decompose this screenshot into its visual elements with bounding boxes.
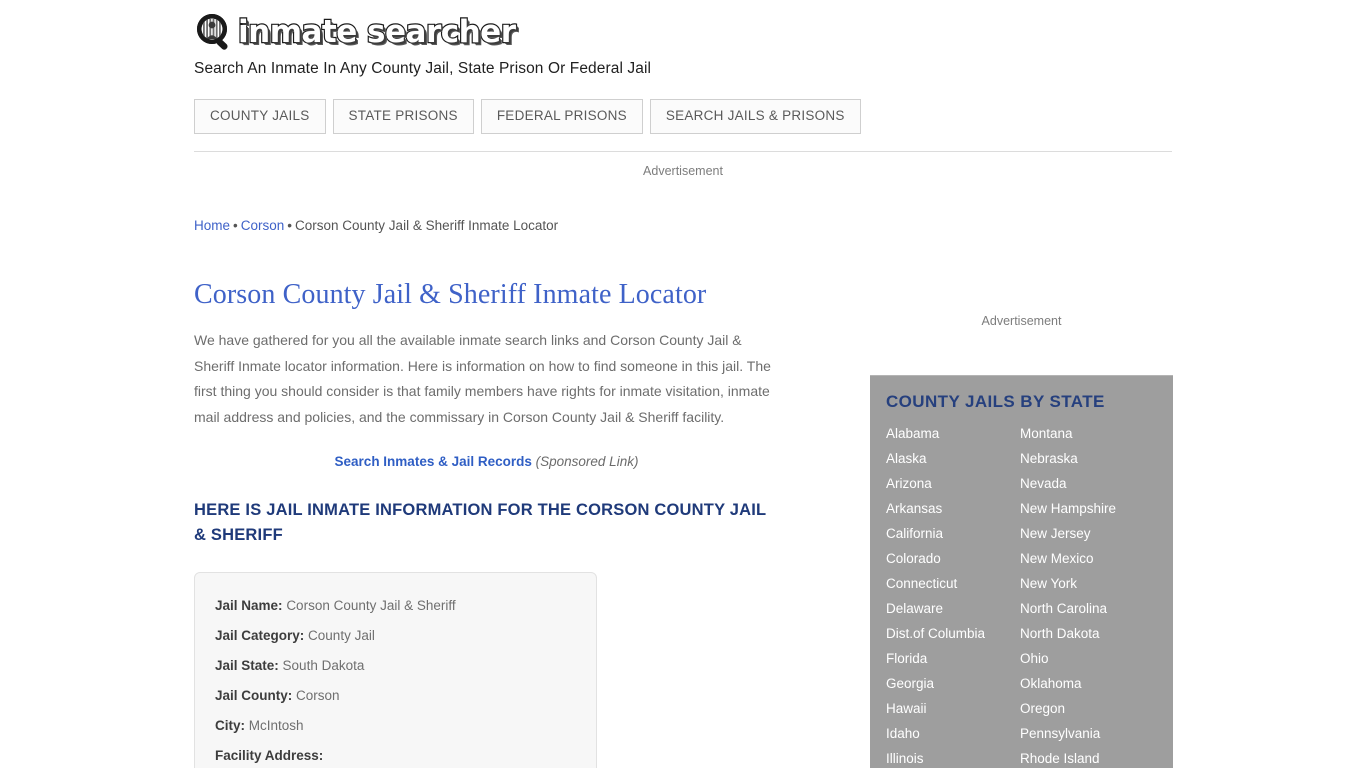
info-row-jail-category: Jail Category: County Jail <box>215 621 576 651</box>
info-value-jail-name: Corson County Jail & Sheriff <box>286 598 456 613</box>
info-row-jail-state: Jail State: South Dakota <box>215 651 576 681</box>
sponsored-note: (Sponsored Link) <box>535 454 639 469</box>
intro-paragraph: We have gathered for you all the availab… <box>194 332 771 425</box>
sidebar-item-ohio[interactable]: Ohio <box>1020 646 1173 671</box>
sidebar-item-north-dakota[interactable]: North Dakota <box>1020 621 1173 646</box>
sidebar-item-dist-of-columbia[interactable]: Dist.of Columbia <box>886 621 1020 646</box>
sidebar-item-new-jersey[interactable]: New Jersey <box>1020 521 1173 546</box>
sidebar-item-georgia[interactable]: Georgia <box>886 671 1020 696</box>
sidebar-item-delaware[interactable]: Delaware <box>886 596 1020 621</box>
info-value-jail-county: Corson <box>296 688 340 703</box>
sidebar-item-oklahoma[interactable]: Oklahoma <box>1020 671 1173 696</box>
sidebar-item-new-mexico[interactable]: New Mexico <box>1020 546 1173 571</box>
sidebar-item-hawaii[interactable]: Hawaii <box>886 696 1020 721</box>
sidebar-item-florida[interactable]: Florida <box>886 646 1020 671</box>
info-row-jail-county: Jail County: Corson <box>215 681 576 711</box>
site-tagline: Search An Inmate In Any County Jail, Sta… <box>194 60 652 77</box>
sidebar-item-nebraska[interactable]: Nebraska <box>1020 446 1173 471</box>
sidebar-item-arkansas[interactable]: Arkansas <box>886 496 1020 521</box>
section-heading: HERE IS JAIL INMATE INFORMATION FOR THE … <box>194 501 767 544</box>
sidebar-item-illinois[interactable]: Illinois <box>886 746 1020 768</box>
breadcrumb-separator-1: • <box>233 218 238 233</box>
info-value-jail-category: County Jail <box>308 628 375 643</box>
info-label-city: City: <box>215 718 245 733</box>
sidebar-title: COUNTY JAILS BY STATE <box>886 392 1105 411</box>
nav-item-search-jails-prisons[interactable]: SEARCH JAILS & PRISONS <box>649 99 861 134</box>
header-divider <box>194 151 1172 152</box>
info-value-jail-state: South Dakota <box>282 658 365 673</box>
breadcrumb-current: Corson County Jail & Sheriff Inmate Loca… <box>295 218 559 233</box>
sidebar-item-arizona[interactable]: Arizona <box>886 471 1020 496</box>
sidebar-county-jails-by-state: COUNTY JAILS BY STATE Alabama Montana Al… <box>870 375 1173 768</box>
sidebar-item-oregon[interactable]: Oregon <box>1020 696 1173 721</box>
info-label-jail-name: Jail Name: <box>215 598 283 613</box>
sidebar-ad-label: Advertisement <box>981 314 1062 328</box>
magnifier-jail-icon <box>194 12 236 52</box>
sidebar-item-connecticut[interactable]: Connecticut <box>886 571 1020 596</box>
sidebar-item-north-carolina[interactable]: North Carolina <box>1020 596 1173 621</box>
top-ad-label: Advertisement <box>643 164 723 178</box>
jail-info-box: Jail Name: Corson County Jail & Sheriff … <box>194 572 597 768</box>
info-row-city: City: McIntosh <box>215 711 576 741</box>
nav-item-federal-prisons[interactable]: FEDERAL PRISONS <box>480 99 643 134</box>
sidebar-item-rhode-island[interactable]: Rhode Island <box>1020 746 1173 768</box>
breadcrumb-county[interactable]: Corson <box>241 218 285 233</box>
page-root: inmate searcher Search An Inmate In Any … <box>0 0 1366 768</box>
page-title: Corson County Jail & Sheriff Inmate Loca… <box>194 279 707 310</box>
logo[interactable]: inmate searcher <box>194 10 1172 54</box>
sidebar-item-colorado[interactable]: Colorado <box>886 546 1020 571</box>
sidebar-item-california[interactable]: California <box>886 521 1020 546</box>
site-header: inmate searcher Search An Inmate In Any … <box>194 10 1172 160</box>
info-label-jail-category: Jail Category: <box>215 628 305 643</box>
main-nav: COUNTY JAILS STATE PRISONS FEDERAL PRISO… <box>194 99 1172 134</box>
breadcrumb: Home • Corson • Corson County Jail & Sheriff… <box>194 216 794 236</box>
sidebar-item-idaho[interactable]: Idaho <box>886 721 1020 746</box>
sidebar-item-pennsylvania[interactable]: Pennsylvania <box>1020 721 1173 746</box>
sidebar-item-new-york[interactable]: New York <box>1020 571 1173 596</box>
info-row-facility-address: Facility Address: <box>215 741 576 768</box>
info-row-jail-name: Jail Name: Corson County Jail & Sheriff <box>215 591 576 621</box>
main-content: Home • Corson • Corson County Jail & Sheriff… <box>194 216 794 768</box>
info-label-jail-county: Jail County: <box>215 688 293 703</box>
logo-text: inmate searcher <box>237 13 517 51</box>
breadcrumb-home[interactable]: Home <box>194 218 230 233</box>
sidebar-item-montana[interactable]: Montana <box>1020 421 1173 446</box>
sidebar-item-alaska[interactable]: Alaska <box>886 446 1020 471</box>
sidebar-item-new-hampshire[interactable]: New Hampshire <box>1020 496 1173 521</box>
info-value-city: McIntosh <box>248 718 304 733</box>
sidebar-state-grid: Alabama Montana Alaska Nebraska Arizona … <box>870 421 1173 768</box>
nav-item-county-jails[interactable]: COUNTY JAILS <box>194 99 326 134</box>
info-label-jail-state: Jail State: <box>215 658 279 673</box>
sidebar-item-nevada[interactable]: Nevada <box>1020 471 1173 496</box>
sidebar-item-alabama[interactable]: Alabama <box>886 421 1020 446</box>
breadcrumb-separator-2: • <box>287 218 293 233</box>
sponsored-link[interactable]: Search Inmates & Jail Records <box>335 454 532 469</box>
nav-item-state-prisons[interactable]: STATE PRISONS <box>332 99 474 134</box>
info-label-facility-address: Facility Address: <box>215 748 324 763</box>
sponsored-link-row: Search Inmates & Jail Records (Sponsored… <box>194 452 779 472</box>
